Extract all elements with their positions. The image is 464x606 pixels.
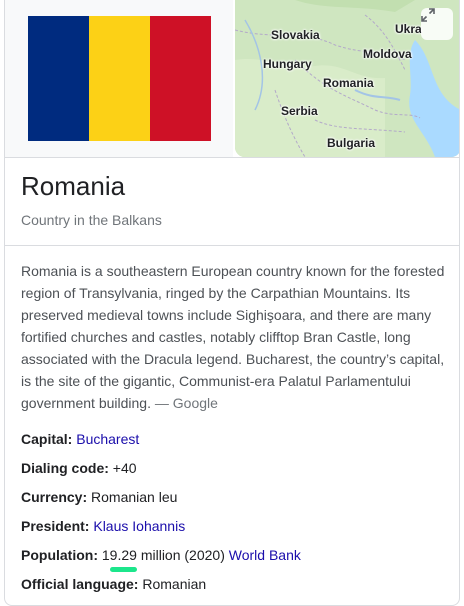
flag-stripe-red [150, 16, 211, 141]
population-value: 19.29 [101, 547, 137, 563]
description-text: Romania is a southeastern European count… [21, 263, 445, 411]
capital-link[interactable]: Bucharest [76, 431, 139, 447]
fact-president: President: Klaus Iohannis [21, 515, 451, 544]
highlight-underline [109, 567, 137, 572]
divider [5, 157, 459, 158]
description: Romania is a southeastern European count… [21, 260, 451, 414]
population-suffix: million (2020) [136, 547, 229, 563]
fact-currency: Currency: Romanian leu [21, 486, 451, 515]
fact-capital: Capital: Bucharest [21, 428, 451, 457]
fact-label[interactable]: President: [21, 518, 89, 534]
population-source-link[interactable]: World Bank [229, 547, 301, 563]
map-label-ukraine: Ukra [395, 22, 422, 36]
description-source[interactable]: — Google [151, 395, 218, 411]
flag-stripe-yellow [89, 16, 150, 141]
entity-subtitle: Country in the Balkans [21, 212, 162, 228]
facts-list: Capital: Bucharest Dialing code: +40 Cur… [21, 428, 451, 602]
map-label-serbia: Serbia [281, 104, 318, 118]
expand-map-button[interactable] [421, 8, 453, 40]
map-label-slovakia: Slovakia [271, 28, 320, 42]
fact-value: Romanian [138, 576, 207, 592]
knowledge-panel: Slovakia Ukra Hungary Moldova Romania Se… [4, 0, 460, 606]
map-label-romania: Romania [323, 76, 374, 90]
expand-icon [421, 8, 435, 22]
map-image[interactable]: Slovakia Ukra Hungary Moldova Romania Se… [235, 0, 459, 157]
fact-label[interactable]: Capital: [21, 431, 72, 447]
map-label-moldova: Moldova [363, 47, 412, 61]
map-label-bulgaria: Bulgaria [327, 136, 376, 150]
divider [5, 245, 459, 246]
fact-value: +40 [108, 460, 137, 476]
media-header: Slovakia Ukra Hungary Moldova Romania Se… [5, 0, 459, 158]
map-label-hungary: Hungary [263, 57, 312, 71]
fact-official-language: Official language: Romanian [21, 573, 451, 602]
entity-title: Romania [21, 171, 126, 201]
fact-population: Population: 19.29 million (2020) World B… [21, 544, 451, 573]
flag-stripe-blue [28, 16, 89, 141]
fact-value: Romanian leu [87, 489, 178, 505]
fact-label[interactable]: Dialing code: [21, 460, 109, 476]
fact-dialing-code: Dialing code: +40 [21, 457, 451, 486]
president-link[interactable]: Klaus Iohannis [93, 518, 185, 534]
fact-label[interactable]: Official language: [21, 576, 138, 592]
romania-flag [28, 16, 211, 141]
population-value-wrap: 19.29 [101, 544, 137, 572]
fact-label[interactable]: Currency: [21, 489, 87, 505]
flag-image[interactable] [5, 0, 233, 157]
fact-label[interactable]: Population: [21, 547, 98, 563]
